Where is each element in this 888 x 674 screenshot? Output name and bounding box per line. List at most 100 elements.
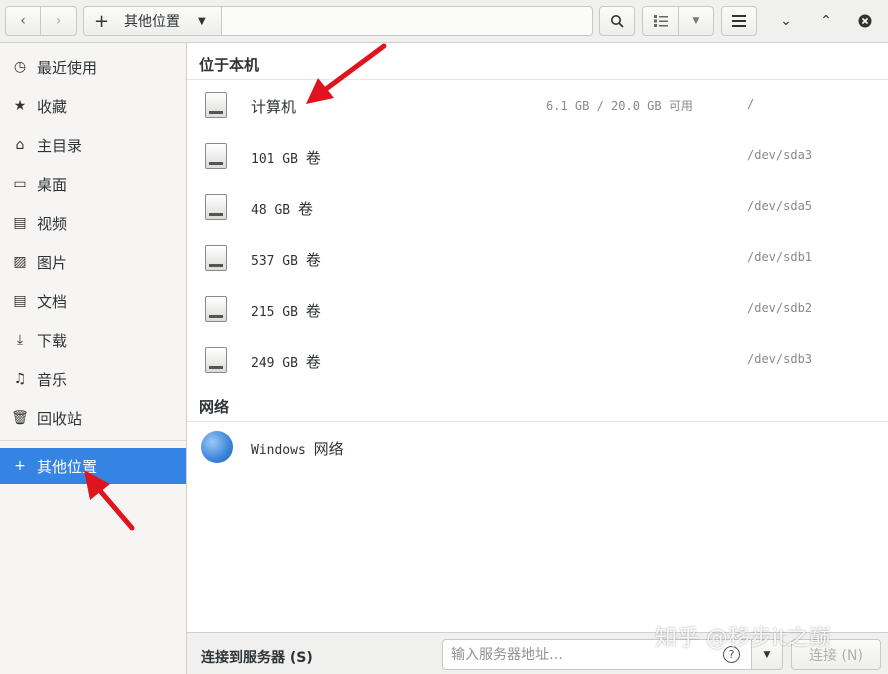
chevron-down-icon: ⌄ bbox=[780, 13, 792, 29]
location-name-text: 计算机 bbox=[251, 98, 297, 116]
view-options-button[interactable]: ▼ bbox=[678, 6, 714, 36]
forward-button[interactable]: › bbox=[40, 6, 77, 36]
connect-to-server-label: 连接到服务器 (S) bbox=[201, 650, 313, 666]
star-icon: ★ bbox=[13, 98, 27, 114]
volume-size: 48 GB bbox=[251, 203, 291, 218]
location-row[interactable]: 48 GB 卷/dev/sda5 bbox=[187, 182, 888, 233]
location-name: 249 GB 卷 bbox=[251, 351, 321, 372]
volume-size: 537 GB bbox=[251, 254, 298, 269]
picture-icon: ▨ bbox=[13, 254, 27, 270]
sidebar-item[interactable]: ♫ 音乐 bbox=[0, 361, 186, 397]
sidebar-item-label: 下载 bbox=[37, 331, 68, 350]
drive-icon bbox=[205, 347, 227, 373]
sidebar-item-label: 回收站 bbox=[37, 409, 83, 428]
volume-suffix: 卷 bbox=[305, 353, 321, 371]
drive-icon bbox=[205, 143, 227, 169]
drive-icon bbox=[205, 194, 227, 220]
minimize-button[interactable]: ⌄ bbox=[771, 6, 801, 36]
search-button[interactable] bbox=[599, 6, 635, 36]
sidebar-item[interactable]: ▤ 文档 bbox=[0, 283, 186, 319]
chevron-left-icon: ‹ bbox=[20, 13, 26, 29]
navigation-buttons: ‹ › bbox=[5, 6, 77, 36]
location-path: /dev/sdb3 bbox=[747, 352, 813, 366]
location-name: 计算机 bbox=[251, 96, 296, 117]
location-row[interactable]: 计算机 6.1 GB / 20.0 GB 可用 / bbox=[187, 80, 888, 131]
sidebar-item-label: 视频 bbox=[37, 214, 68, 233]
network-name: Windows 网络 bbox=[251, 438, 344, 459]
volume-suffix: 卷 bbox=[297, 200, 313, 218]
sidebar-item-label: 收藏 bbox=[37, 97, 68, 116]
trash-icon: 🗑 bbox=[11, 410, 29, 426]
location-name: 537 GB 卷 bbox=[251, 249, 321, 270]
section-title-local: 位于本机 bbox=[199, 56, 260, 74]
sidebar-item-label: 桌面 bbox=[37, 175, 68, 194]
sidebar-item-label: 文档 bbox=[37, 292, 68, 311]
sidebar-item[interactable]: ▨ 图片 bbox=[0, 244, 186, 280]
location-path: /dev/sdb2 bbox=[747, 301, 813, 315]
volume-suffix: 卷 bbox=[305, 251, 321, 269]
sidebar-item-label: 音乐 bbox=[37, 370, 68, 389]
close-button[interactable] bbox=[850, 6, 880, 36]
sidebar-divider bbox=[0, 440, 186, 441]
sidebar-item-label: 其他位置 bbox=[37, 457, 98, 476]
download-icon: ⤓ bbox=[16, 332, 24, 348]
volume-size: 101 GB bbox=[251, 152, 298, 167]
home-icon: ⌂ bbox=[15, 137, 25, 153]
sidebar-item[interactable]: ◷ 最近使用 bbox=[0, 49, 186, 85]
maximize-button[interactable]: ⌃ bbox=[811, 6, 841, 36]
plus-icon: + bbox=[94, 10, 110, 32]
section-title-network: 网络 bbox=[199, 398, 230, 416]
location-path: /dev/sdb1 bbox=[747, 250, 813, 264]
plus-icon: + bbox=[14, 458, 26, 474]
view-buttons: ▼ bbox=[642, 6, 714, 36]
search-icon bbox=[611, 15, 624, 28]
sidebar-item[interactable]: ★ 收藏 bbox=[0, 88, 186, 124]
chevron-up-icon: ⌃ bbox=[820, 13, 832, 29]
network-name-prefix: Windows bbox=[251, 443, 306, 458]
list-view-icon bbox=[653, 15, 668, 27]
location-name: 215 GB 卷 bbox=[251, 300, 321, 321]
sidebar-item[interactable]: ▤ 视频 bbox=[0, 205, 186, 241]
path-segment-other-locations[interactable]: + 其他位置 ▼ bbox=[84, 7, 222, 35]
volume-size: 215 GB bbox=[251, 305, 298, 320]
drive-icon bbox=[205, 92, 227, 118]
chevron-right-icon: › bbox=[55, 13, 62, 29]
location-path: /dev/sda5 bbox=[747, 199, 813, 213]
volume-suffix: 卷 bbox=[305, 302, 321, 320]
caret-down-icon: ▼ bbox=[692, 16, 700, 26]
caret-down-icon: ▼ bbox=[198, 15, 206, 27]
sidebar-item[interactable]: ▭ 桌面 bbox=[0, 166, 186, 202]
desktop-icon: ▭ bbox=[13, 176, 27, 192]
sidebar-item[interactable]: ⌂ 主目录 bbox=[0, 127, 186, 163]
sidebar-item-other-locations[interactable]: + 其他位置 bbox=[0, 448, 186, 484]
close-icon bbox=[858, 14, 872, 28]
location-row[interactable]: 249 GB 卷/dev/sdb3 bbox=[187, 335, 888, 386]
location-name: 48 GB 卷 bbox=[251, 198, 313, 219]
sidebar-item[interactable]: 🗑 回收站 bbox=[0, 400, 186, 436]
location-row[interactable]: 101 GB 卷/dev/sda3 bbox=[187, 131, 888, 182]
location-path: / bbox=[747, 97, 755, 111]
video-icon: ▤ bbox=[13, 215, 27, 231]
location-name: 101 GB 卷 bbox=[251, 147, 321, 168]
header-bar: ‹ › + 其他位置 ▼ ▼ ⌄ ⌃ bbox=[0, 0, 888, 43]
location-free-space: 6.1 GB / 20.0 GB 可用 bbox=[546, 99, 693, 113]
volume-suffix: 卷 bbox=[305, 149, 321, 167]
view-list-button[interactable] bbox=[642, 6, 679, 36]
menu-button[interactable] bbox=[721, 6, 757, 36]
network-row[interactable]: Windows 网络 bbox=[187, 422, 888, 473]
location-row[interactable]: 215 GB 卷/dev/sdb2 bbox=[187, 284, 888, 335]
back-button[interactable]: ‹ bbox=[5, 6, 41, 36]
document-icon: ▤ bbox=[13, 293, 27, 309]
sidebar-item[interactable]: ⤓ 下载 bbox=[0, 322, 186, 358]
main-content: 位于本机 网络 计算机 6.1 GB / 20.0 GB 可用/101 GB 卷 /… bbox=[187, 43, 888, 632]
network-name-suffix: 网络 bbox=[313, 440, 344, 458]
path-bar[interactable]: + 其他位置 ▼ bbox=[83, 6, 593, 36]
hamburger-menu-icon bbox=[732, 15, 746, 27]
watermark: 知乎 @移步it之巅 bbox=[655, 626, 831, 651]
location-path: /dev/sda3 bbox=[747, 148, 813, 162]
drive-icon bbox=[205, 245, 227, 271]
location-row[interactable]: 537 GB 卷/dev/sdb1 bbox=[187, 233, 888, 284]
drive-icon bbox=[205, 296, 227, 322]
sidebar: + 其他位置 ◷ 最近使用 ★ 收藏 ⌂ 主目录 ▭ 桌面 ▤ 视频 ▨ 图片 ▤ 文档 ⤓ 下载 ♫ 音乐 🗑 回收… bbox=[0, 43, 187, 674]
music-icon: ♫ bbox=[13, 371, 27, 387]
